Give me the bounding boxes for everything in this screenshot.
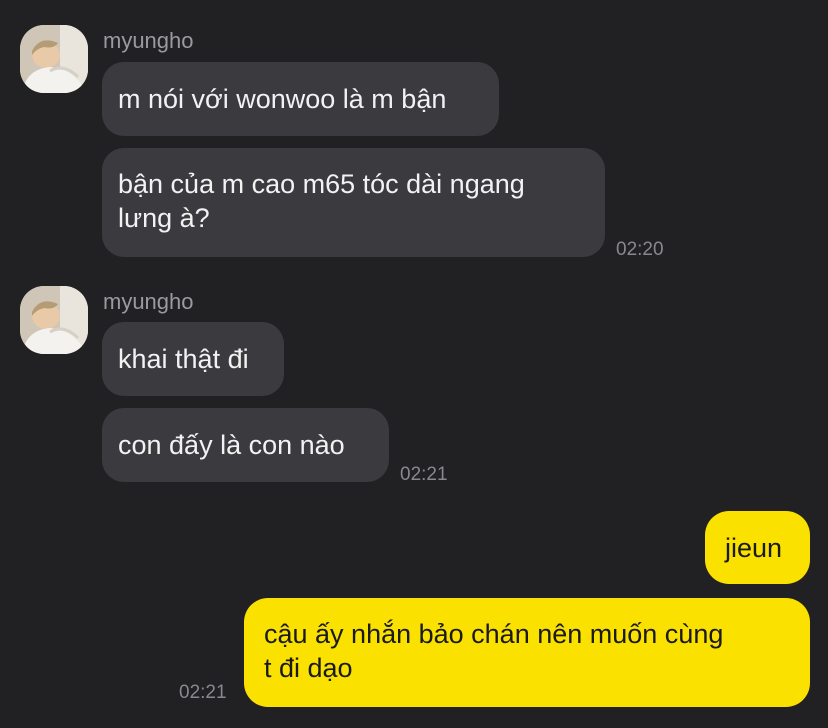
message-timestamp: 02:21 <box>179 682 227 703</box>
sender-avatar[interactable] <box>20 25 88 93</box>
message-bubble-outgoing[interactable]: cậu ấy nhắn bảo chán nên muốn cùng t đi … <box>244 598 810 707</box>
message-text: khai thật đi <box>118 344 249 374</box>
avatar-photo-icon <box>20 286 88 354</box>
message-text-line: cậu ấy nhắn bảo chán nên muốn cùng <box>264 619 724 649</box>
message-bubble[interactable]: con đấy là con nào <box>102 408 389 482</box>
message-text-line: lưng à? <box>118 203 210 233</box>
sender-name: myungho <box>103 289 194 314</box>
message-timestamp: 02:21 <box>400 464 448 485</box>
message-bubble-outgoing[interactable]: jieun <box>705 511 810 584</box>
message-timestamp: 02:20 <box>616 239 664 260</box>
chat-screen: myungho m nói với wonwoo là m bận bận củ… <box>0 0 828 728</box>
message-text: con đấy là con nào <box>118 430 345 460</box>
message-text-line: bận của m cao m65 tóc dài ngang <box>118 169 525 199</box>
message-text-line: t đi dạo <box>264 653 353 683</box>
message-text: jieun <box>725 533 783 563</box>
sender-name: myungho <box>103 28 194 53</box>
message-bubble[interactable]: khai thật đi <box>102 322 284 396</box>
message-bubble[interactable]: bận của m cao m65 tóc dài ngang lưng à? <box>102 148 605 257</box>
message-bubble[interactable]: m nói với wonwoo là m bận <box>102 62 499 136</box>
sender-avatar[interactable] <box>20 286 88 354</box>
avatar-photo-icon <box>20 25 88 93</box>
message-text: m nói với wonwoo là m bận <box>118 84 447 114</box>
